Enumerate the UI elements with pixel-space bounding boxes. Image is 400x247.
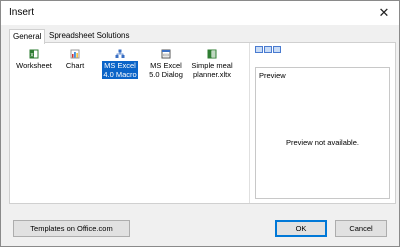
preview-message: Preview not available. [286, 138, 359, 147]
template-list[interactable]: x Worksheet Chart MS Excel 4.0 Macro MS … [10, 43, 250, 203]
list-item-meal-planner[interactable]: Simple meal planner.xltx [190, 49, 234, 79]
ok-button[interactable]: OK [275, 220, 327, 237]
tab-spreadsheet-solutions[interactable]: Spreadsheet Solutions [46, 29, 133, 42]
list-item-label: Worksheet [16, 61, 52, 70]
dialog-title: Insert [9, 7, 35, 18]
list-item-label: Chart [65, 61, 85, 70]
close-icon[interactable]: ✕ [373, 3, 395, 23]
list-item-label: MS Excel 5.0 Dialog [149, 61, 183, 79]
list-item-label: Simple meal planner.xltx [191, 61, 233, 79]
list-view-icon[interactable] [264, 46, 272, 53]
list-item-worksheet[interactable]: x Worksheet [12, 49, 56, 70]
svg-text:x: x [31, 53, 34, 59]
preview-panel: Preview Preview not available. [255, 67, 390, 199]
view-toggle [255, 46, 282, 55]
macro-icon [115, 49, 125, 58]
tab-general[interactable]: General [9, 29, 46, 44]
title-bar: Insert ✕ [1, 1, 399, 25]
template-icon [207, 49, 217, 59]
list-item-label: MS Excel 4.0 Macro [102, 61, 138, 79]
details-view-icon[interactable] [273, 46, 281, 53]
worksheet-icon: x [29, 49, 39, 59]
templates-online-button[interactable]: Templates on Office.com [13, 220, 130, 237]
chart-icon [70, 49, 80, 59]
cancel-button[interactable]: Cancel [335, 220, 387, 237]
preview-label: Preview [259, 71, 286, 80]
dialog-icon [161, 49, 171, 59]
tab-content: x Worksheet Chart MS Excel 4.0 Macro MS … [9, 42, 396, 204]
list-item-excel-macro[interactable]: MS Excel 4.0 Macro [98, 49, 142, 79]
list-item-chart[interactable]: Chart [53, 49, 97, 70]
insert-dialog: Insert ✕ General Spreadsheet Solutions x… [0, 0, 400, 247]
large-icons-view-icon[interactable] [255, 46, 263, 53]
list-item-excel-dialog[interactable]: MS Excel 5.0 Dialog [144, 49, 188, 79]
